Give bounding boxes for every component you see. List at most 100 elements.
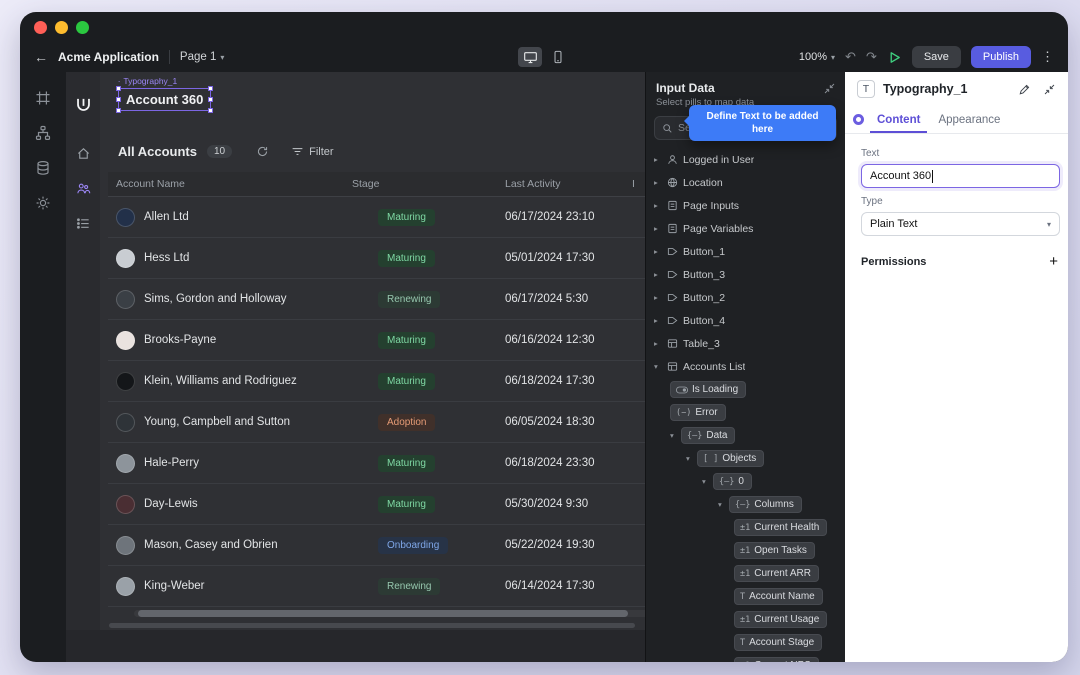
tree-item-is-loading[interactable]: Is Loading xyxy=(646,378,845,401)
data-pill[interactable]: TAccount Stage xyxy=(734,634,822,651)
tree-item-page-variables[interactable]: ▸Page Variables xyxy=(646,217,845,240)
chevron-down-icon[interactable]: ▾ xyxy=(670,431,681,440)
type-select[interactable]: Plain Text ▾ xyxy=(861,212,1060,236)
resize-handle[interactable] xyxy=(116,97,121,102)
column-header[interactable]: Stage xyxy=(344,178,497,190)
page-flow-icon[interactable] xyxy=(35,125,51,141)
tree-item-objects[interactable]: ▾[ ]Objects xyxy=(646,447,845,470)
chevron-down-icon[interactable]: ▾ xyxy=(702,477,713,486)
column-header[interactable]: Last Activity xyxy=(497,178,624,190)
tree-item-button-4[interactable]: ▸Button_4 xyxy=(646,309,845,332)
resize-handle[interactable] xyxy=(208,97,213,102)
publish-button[interactable]: Publish xyxy=(971,46,1031,68)
table-scrollbar-track[interactable] xyxy=(134,610,654,617)
close-window-button[interactable] xyxy=(34,21,47,34)
desktop-preview-button[interactable] xyxy=(518,47,542,67)
maximize-window-button[interactable] xyxy=(76,21,89,34)
resize-handle[interactable] xyxy=(116,86,121,91)
data-pill[interactable]: {–}Columns xyxy=(729,496,802,513)
table-row[interactable]: King-WeberRenewing06/14/2024 17:30 xyxy=(108,566,645,607)
chevron-down-icon[interactable]: ▾ xyxy=(718,500,729,509)
zoom-control[interactable]: 100% ▾ xyxy=(799,51,835,63)
table-row[interactable]: Allen LtdMaturing06/17/2024 23:10 xyxy=(108,197,645,238)
table-row[interactable]: Sims, Gordon and HollowayRenewing06/17/2… xyxy=(108,279,645,320)
data-pill[interactable]: Is Loading xyxy=(670,381,746,398)
minimize-window-button[interactable] xyxy=(55,21,68,34)
add-permission-button[interactable]: + xyxy=(1049,254,1058,269)
back-button[interactable]: ← xyxy=(34,49,48,65)
collapse-inspector-icon[interactable] xyxy=(1043,83,1056,96)
nav-tasks-icon[interactable] xyxy=(71,211,95,235)
components-icon[interactable] xyxy=(35,90,51,106)
chevron-right-icon[interactable]: ▸ xyxy=(654,316,665,325)
nav-home-icon[interactable] xyxy=(71,141,95,165)
resize-handle[interactable] xyxy=(208,108,213,113)
chevron-right-icon[interactable]: ▸ xyxy=(654,270,665,279)
chevron-down-icon[interactable]: ▾ xyxy=(654,362,665,371)
tree-item-button-3[interactable]: ▸Button_3 xyxy=(646,263,845,286)
redo-button[interactable]: ↷ xyxy=(866,49,877,65)
more-options-icon[interactable]: ⋮ xyxy=(1041,49,1054,65)
tree-item-accounts-list[interactable]: ▾Accounts List xyxy=(646,355,845,378)
chevron-right-icon[interactable]: ▸ xyxy=(654,247,665,256)
chevron-right-icon[interactable]: ▸ xyxy=(654,201,665,210)
column-header[interactable]: I xyxy=(624,178,645,190)
table-scrollbar-thumb[interactable] xyxy=(138,610,628,617)
resize-handle[interactable] xyxy=(208,86,213,91)
tree-item-current-nps[interactable]: ±1Current NPS xyxy=(646,654,845,662)
table-row[interactable]: Klein, Williams and RodriguezMaturing06/… xyxy=(108,361,645,402)
tree-item-current-usage[interactable]: ±1Current Usage xyxy=(646,608,845,631)
collapse-panel-icon[interactable] xyxy=(823,82,836,95)
tree-item-table-3[interactable]: ▸Table_3 xyxy=(646,332,845,355)
editor-canvas[interactable]: ∙ Typography_1 Account 360 xyxy=(66,72,645,662)
chevron-right-icon[interactable]: ▸ xyxy=(654,339,665,348)
tree-item-current-health[interactable]: ±1Current Health xyxy=(646,516,845,539)
settings-gear-icon[interactable] xyxy=(35,195,51,211)
data-pill[interactable]: {–}Data xyxy=(681,427,735,444)
tree-item-location[interactable]: ▸Location xyxy=(646,171,845,194)
table-row[interactable]: Young, Campbell and SuttonAdoption06/05/… xyxy=(108,402,645,443)
binding-indicator-icon[interactable] xyxy=(853,114,864,125)
tab-content[interactable]: Content xyxy=(870,106,927,133)
data-pill[interactable]: ±1Open Tasks xyxy=(734,542,815,559)
tree-item-data[interactable]: ▾{–}Data xyxy=(646,424,845,447)
data-pill[interactable]: ±1Current ARR xyxy=(734,565,819,582)
data-pill[interactable]: ±1Current Health xyxy=(734,519,827,536)
table-row[interactable]: Day-LewisMaturing05/30/2024 9:30 xyxy=(108,484,645,525)
chevron-down-icon[interactable]: ▾ xyxy=(686,454,697,463)
tree-item-page-inputs[interactable]: ▸Page Inputs xyxy=(646,194,845,217)
tree-item-0[interactable]: ▾{–}0 xyxy=(646,470,845,493)
text-value-input[interactable]: Account 360 xyxy=(861,164,1060,188)
canvas-horizontal-scrollbar[interactable] xyxy=(109,623,635,628)
table-row[interactable]: Hale-PerryMaturing06/18/2024 23:30 xyxy=(108,443,645,484)
selected-heading[interactable]: Account 360 xyxy=(118,88,211,111)
tree-item-account-stage[interactable]: TAccount Stage xyxy=(646,631,845,654)
chevron-right-icon[interactable]: ▸ xyxy=(654,293,665,302)
tree-item-logged-in-user[interactable]: ▸Logged in User xyxy=(646,148,845,171)
undo-button[interactable]: ↶ xyxy=(845,49,856,65)
mobile-preview-button[interactable] xyxy=(546,47,570,67)
filter-button[interactable]: Filter xyxy=(291,145,333,158)
table-row[interactable]: Hess LtdMaturing05/01/2024 17:30 xyxy=(108,238,645,279)
table-row[interactable]: Brooks-PayneMaturing06/16/2024 12:30 xyxy=(108,320,645,361)
tree-item-columns[interactable]: ▾{–}Columns xyxy=(646,493,845,516)
column-header[interactable]: Account Name xyxy=(108,178,344,190)
data-pill[interactable]: ±1Current NPS xyxy=(734,657,819,662)
data-pill[interactable]: TAccount Name xyxy=(734,588,823,605)
tree-item-error[interactable]: (−)Error xyxy=(646,401,845,424)
data-pill[interactable]: [ ]Objects xyxy=(697,450,764,467)
tree-item-button-2[interactable]: ▸Button_2 xyxy=(646,286,845,309)
resize-handle[interactable] xyxy=(116,108,121,113)
database-icon[interactable] xyxy=(35,160,51,176)
refresh-icon[interactable] xyxy=(256,145,269,158)
data-pill[interactable]: {–}0 xyxy=(713,473,752,490)
chevron-right-icon[interactable]: ▸ xyxy=(654,224,665,233)
chevron-right-icon[interactable]: ▸ xyxy=(654,155,665,164)
tree-item-current-arr[interactable]: ±1Current ARR xyxy=(646,562,845,585)
tree-item-button-1[interactable]: ▸Button_1 xyxy=(646,240,845,263)
edit-icon[interactable] xyxy=(1018,83,1031,96)
tab-appearance[interactable]: Appearance xyxy=(931,106,1007,133)
page-selector[interactable]: Page 1 ▾ xyxy=(180,51,224,63)
table-row[interactable]: Mason, Casey and ObrienOnboarding05/22/2… xyxy=(108,525,645,566)
data-pill[interactable]: (−)Error xyxy=(670,404,726,421)
